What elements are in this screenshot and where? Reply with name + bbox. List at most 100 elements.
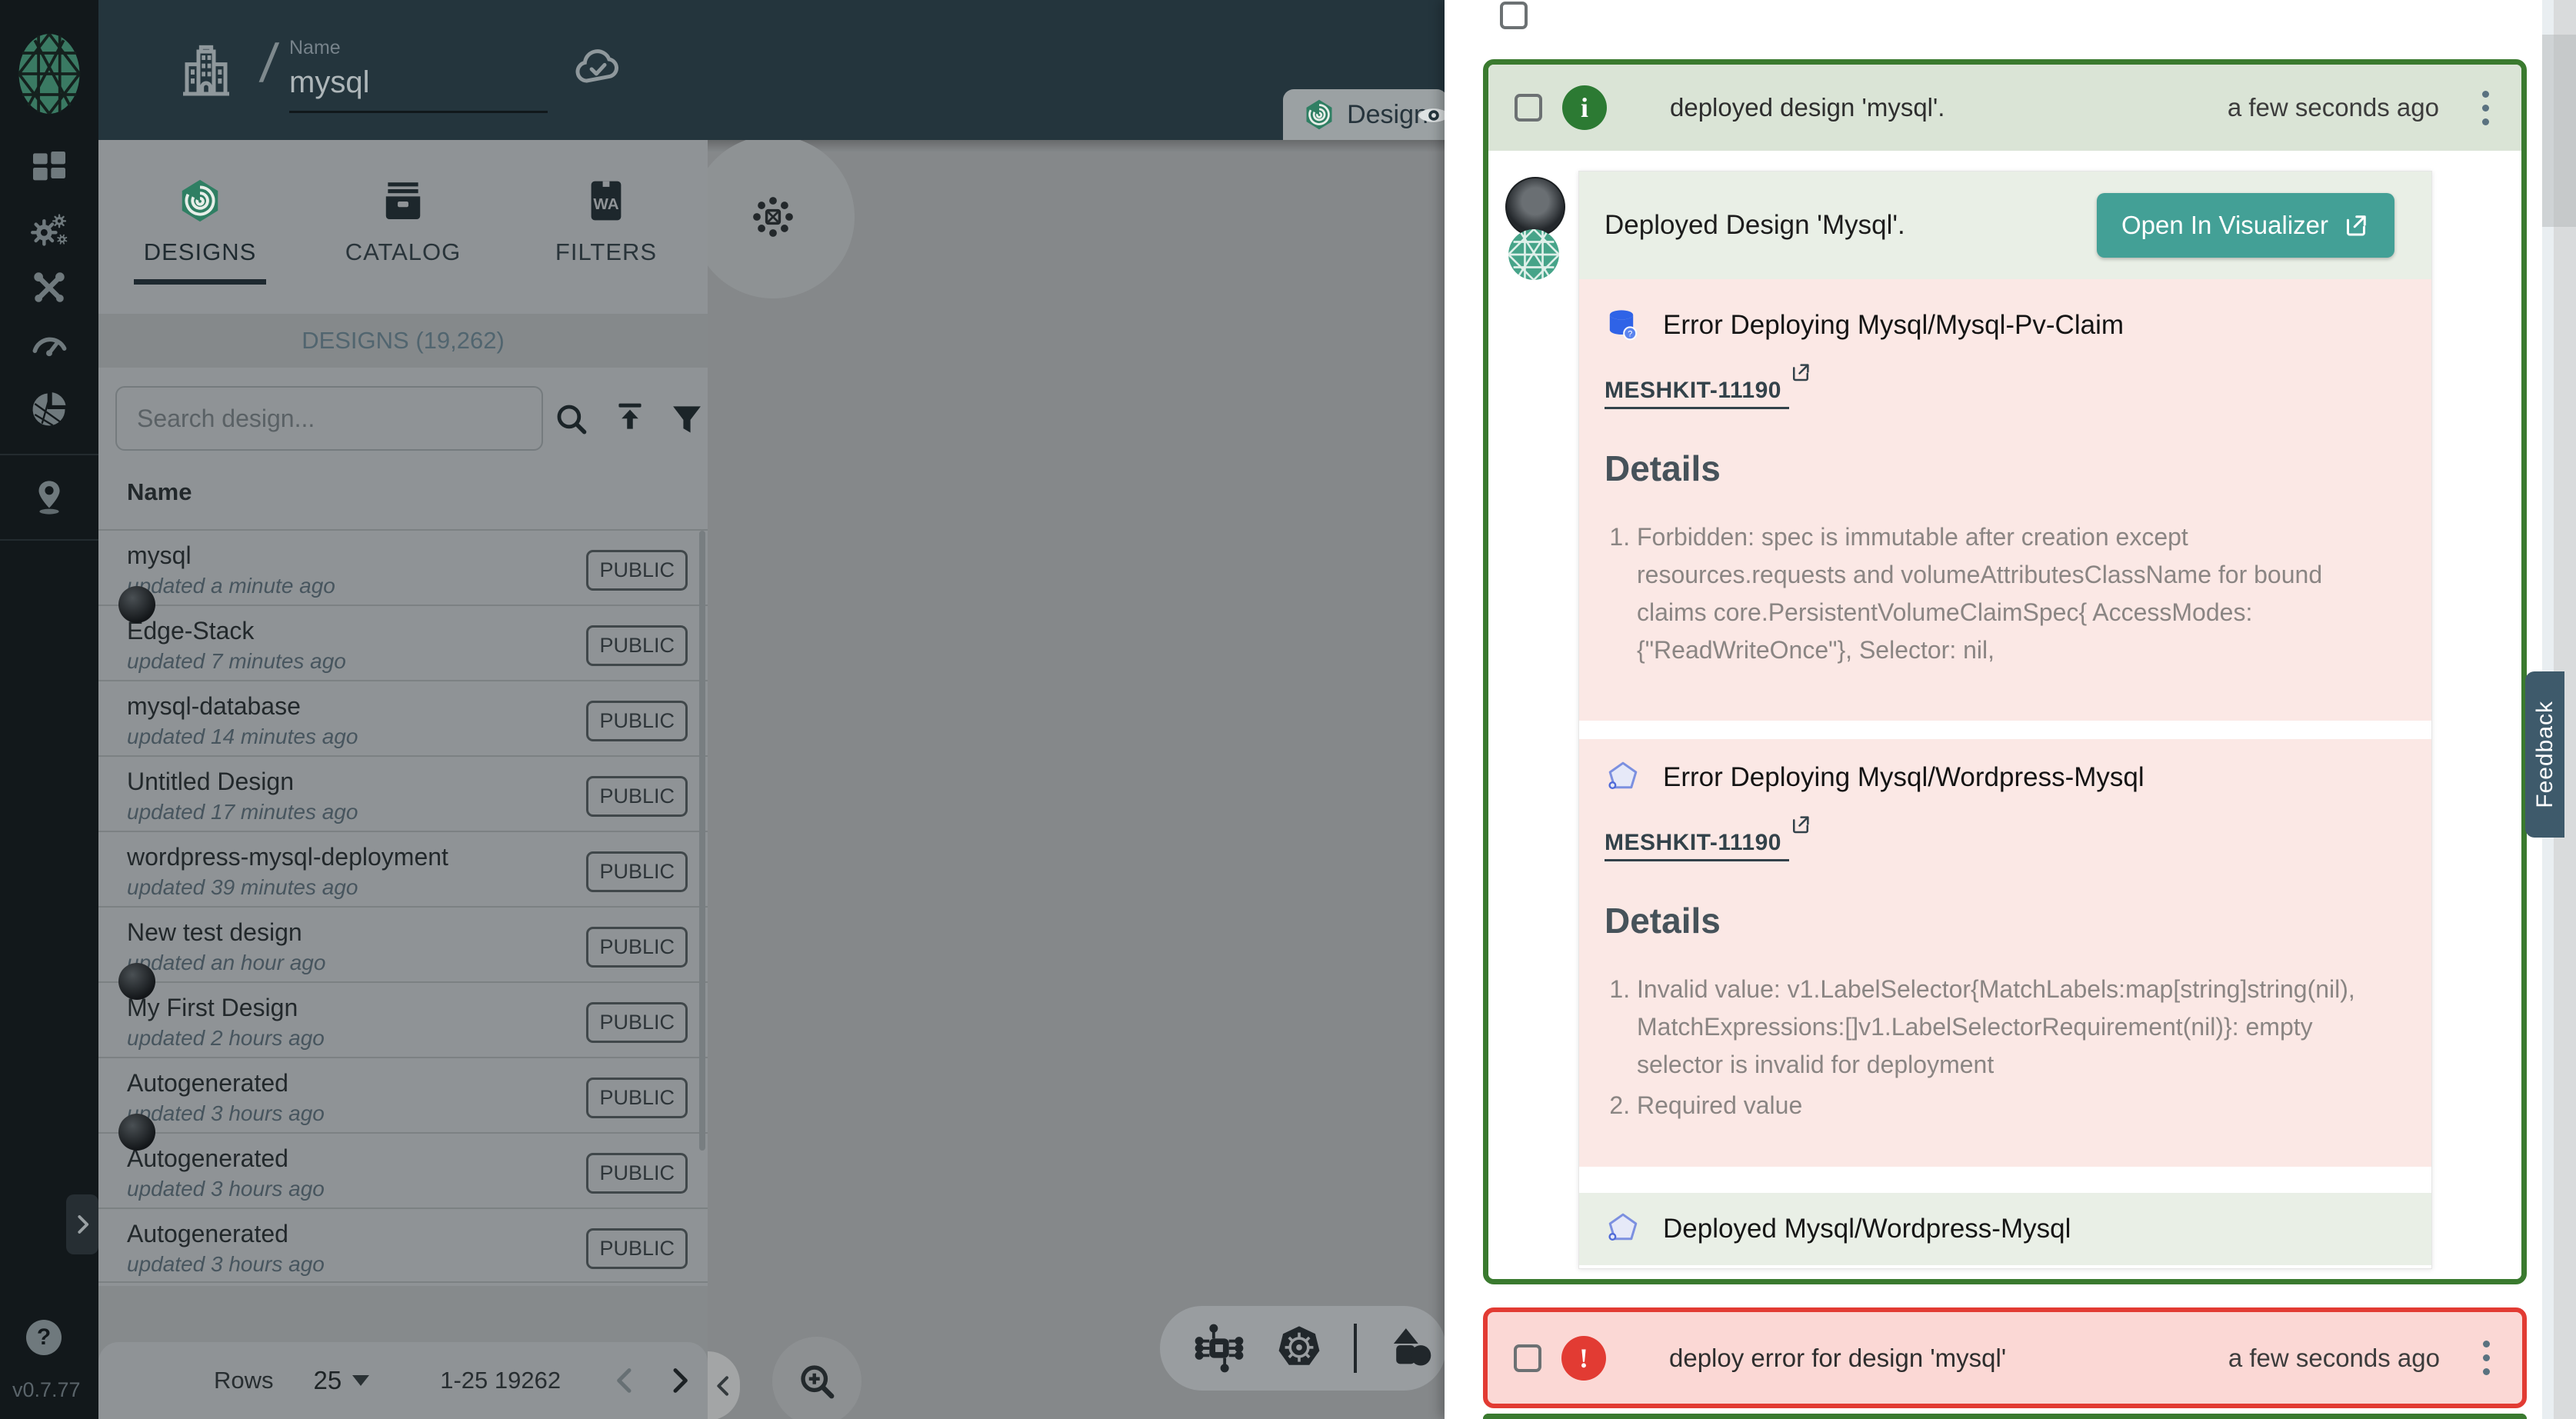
database-icon — [1605, 307, 1641, 344]
table-row[interactable]: My First Design updated 2 hours ago PUBL… — [98, 981, 708, 1057]
pagination-bar: Rows 25 1-25 19262 — [98, 1342, 708, 1419]
more-options-icon[interactable] — [2483, 1341, 2490, 1375]
design-spiral-icon — [1302, 98, 1336, 132]
user-avatar — [1505, 177, 1565, 237]
next-page-button[interactable] — [664, 1365, 695, 1396]
meshkit-error-link[interactable]: MESHKIT-11190 — [1605, 830, 1789, 861]
breadcrumb-slash: / — [257, 32, 281, 94]
shapes-icon[interactable] — [1386, 1323, 1437, 1374]
meshery-logo-icon[interactable] — [17, 32, 82, 115]
nav-sidebar: ? v0.7.77 — [0, 0, 98, 1419]
external-link-icon — [2342, 212, 2370, 239]
details-heading: Details — [1605, 900, 2431, 941]
notification-summary: deploy error for design 'mysql' — [1669, 1344, 2006, 1373]
notification-card-error[interactable]: ! deploy error for design 'mysql' a few … — [1483, 1307, 2527, 1408]
table-row[interactable]: mysql-database updated 14 minutes ago PU… — [98, 680, 708, 755]
kubernetes-resource-icon — [751, 195, 795, 238]
more-options-icon[interactable] — [2482, 91, 2489, 125]
kubernetes-icon[interactable] — [1274, 1323, 1325, 1374]
magnifier-plus-icon — [795, 1360, 838, 1403]
upload-icon[interactable] — [611, 398, 649, 437]
app-header: / Name Design — [98, 0, 1445, 140]
error-details-list: Forbidden: spec is immutable after creat… — [1637, 518, 2387, 669]
rows-label: Rows — [214, 1367, 274, 1394]
cloud-saved-icon[interactable] — [571, 40, 625, 94]
deployment-pentagon-icon — [1605, 759, 1641, 796]
notification-card-success: i deployed design 'mysql'. a few seconds… — [1483, 59, 2527, 1284]
table-row[interactable]: Autogenerated updated 3 hours ago PUBLIC — [98, 1057, 708, 1132]
select-all-checkbox[interactable] — [1500, 2, 1528, 29]
help-icon[interactable]: ? — [26, 1320, 62, 1355]
visibility-badge: PUBLIC — [586, 851, 688, 892]
zoom-in-button[interactable] — [772, 1337, 861, 1419]
visibility-badge: PUBLIC — [586, 1228, 688, 1269]
notification-summary: deployed design 'mysql'. — [1670, 93, 1944, 122]
open-in-visualizer-button[interactable]: Open In Visualizer — [2097, 193, 2394, 258]
organization-icon[interactable] — [175, 40, 237, 102]
owner-avatar — [118, 963, 155, 1000]
previous-page-button[interactable] — [610, 1365, 641, 1396]
name-field-label: Name — [289, 37, 551, 59]
table-row[interactable]: New test design updated an hour ago PUBL… — [98, 906, 708, 981]
collapse-panel-button[interactable] — [708, 1351, 740, 1419]
error-section-wordpress-mysql: Error Deploying Mysql/Wordpress-Mysql ME… — [1579, 739, 2431, 1167]
svg-text:WA: WA — [593, 195, 618, 213]
design-name-input[interactable] — [289, 65, 548, 113]
notification-time: a few seconds ago — [2228, 1344, 2440, 1373]
panel-scrollbar-thumb[interactable] — [2542, 35, 2554, 227]
search-input[interactable] — [115, 386, 543, 451]
dashboard-icon[interactable] — [28, 146, 71, 189]
feedback-tab[interactable]: Feedback — [2525, 671, 2564, 838]
notification-checkbox[interactable] — [1514, 1344, 1541, 1372]
rows-per-page-select[interactable]: 25 — [314, 1366, 370, 1395]
owner-avatar — [118, 586, 155, 623]
configuration-tools-icon[interactable] — [28, 266, 71, 309]
deployed-headline: Deployed Design 'Mysql'. — [1605, 210, 1905, 241]
tab-filters[interactable]: WA FILTERS — [505, 140, 708, 314]
extensions-icon[interactable] — [28, 388, 71, 431]
designs-tab-bar: DESIGNS CATALOG WA FILTERS — [98, 140, 708, 314]
tab-designs[interactable]: DESIGNS — [98, 140, 302, 314]
filter-funnel-icon[interactable] — [668, 400, 706, 438]
table-row[interactable]: Edge-Stack updated 7 minutes ago PUBLIC — [98, 605, 708, 680]
table-row[interactable]: Autogenerated updated 3 hours ago PUBLIC — [98, 1207, 708, 1283]
catalog-drawer-icon — [379, 177, 427, 225]
lifecycle-gears-icon[interactable] — [28, 209, 71, 252]
table-row[interactable]: mysql updated a minute ago PUBLIC — [98, 529, 708, 605]
search-row — [98, 385, 708, 455]
visibility-badge: PUBLIC — [586, 550, 688, 591]
owner-avatar — [118, 1114, 155, 1151]
table-row[interactable]: Untitled Design updated 17 minutes ago P… — [98, 755, 708, 831]
components-chip-icon[interactable] — [1194, 1323, 1245, 1374]
notification-checkbox[interactable] — [1515, 94, 1542, 122]
canvas-node[interactable] — [691, 135, 855, 298]
deployment-detail-box: Deployed Design 'Mysql'. Open In Visuali… — [1578, 171, 2432, 1269]
pagination-range: 1-25 19262 — [440, 1367, 561, 1394]
meshkit-error-link[interactable]: MESHKIT-11190 — [1605, 378, 1789, 409]
deployed-design-section: Deployed Design 'Mysql'. Open In Visuali… — [1579, 172, 2431, 279]
mesh-pin-icon[interactable] — [28, 475, 71, 518]
visibility-badge: PUBLIC — [586, 927, 688, 968]
error-details-list: Invalid value: v1.LabelSelector{MatchLab… — [1637, 971, 2387, 1124]
tab-catalog[interactable]: CATALOG — [302, 140, 505, 314]
notification-header[interactable]: i deployed design 'mysql'. a few seconds… — [1488, 65, 2521, 151]
caret-down-icon — [352, 1375, 369, 1386]
chevron-right-icon — [71, 1213, 94, 1236]
notification-time: a few seconds ago — [2228, 93, 2439, 122]
list-scrollbar[interactable] — [699, 531, 705, 1151]
details-heading: Details — [1605, 448, 2431, 489]
designs-table: mysql updated a minute ago PUBLIC Edge-S… — [98, 529, 708, 1283]
page-scrollbar-thumb[interactable] — [2554, 35, 2576, 227]
search-icon[interactable] — [552, 400, 591, 438]
designs-count-header: DESIGNS (19,262) — [98, 314, 708, 368]
design-name-field: Name — [289, 37, 551, 113]
deployed-success-row: Deployed Mysql/Wordpress-Mysql — [1579, 1193, 2431, 1265]
visibility-badge: PUBLIC — [586, 1078, 688, 1118]
sidebar-expand-button[interactable] — [66, 1194, 98, 1254]
visibility-badge: PUBLIC — [586, 776, 688, 817]
version-label: v0.7.77 — [12, 1378, 81, 1402]
table-row[interactable]: Autogenerated updated 3 hours ago PUBLIC — [98, 1132, 708, 1207]
performance-gauge-icon[interactable] — [28, 323, 71, 366]
table-row[interactable]: wordpress-mysql-deployment updated 39 mi… — [98, 831, 708, 906]
designs-panel: DESIGNS CATALOG WA FILTERS DESIGNS (19,2… — [98, 140, 708, 1419]
